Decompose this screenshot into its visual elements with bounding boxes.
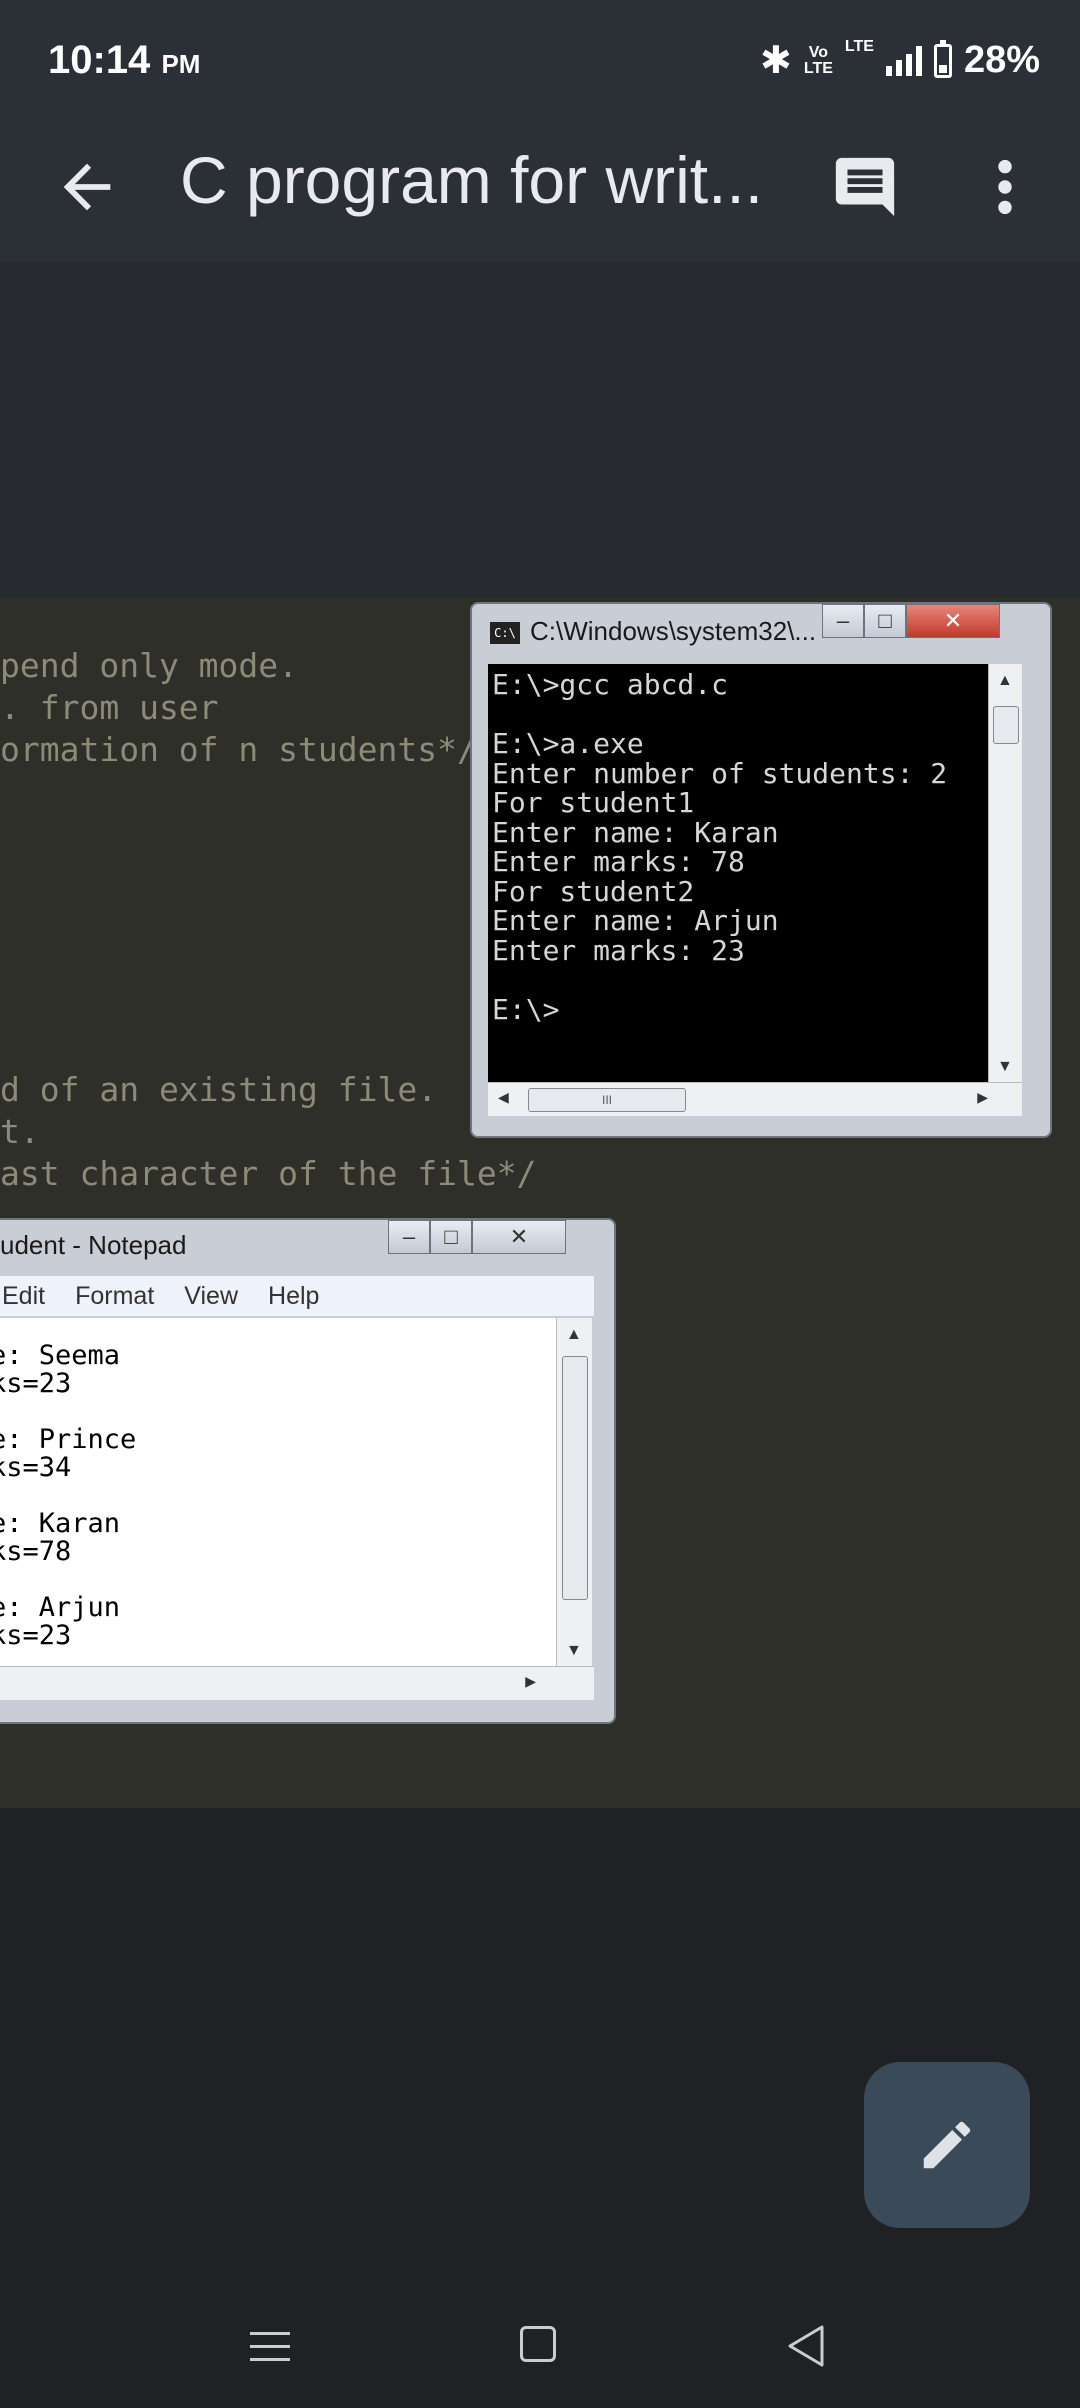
clock-time: 10:14 (48, 38, 151, 82)
maximize-icon[interactable]: □ (430, 1220, 472, 1254)
scroll-thumb[interactable] (562, 1356, 588, 1600)
cmd-window-controls: – □ ✕ (822, 604, 1000, 638)
horizontal-scrollbar[interactable]: ◀ III ▶ (488, 1082, 1022, 1116)
bluetooth-icon: ✱ (760, 40, 792, 82)
app-bar: C program for writ... (0, 122, 1080, 262)
battery-percent: 28% (963, 39, 1040, 81)
menu-edit[interactable]: Edit (2, 1282, 45, 1311)
menu-view[interactable]: View (184, 1282, 238, 1311)
code-line: t. (0, 1112, 40, 1151)
minimize-icon[interactable]: – (388, 1220, 430, 1254)
scroll-left-icon[interactable]: ◀ (498, 1089, 509, 1106)
back-triangle-icon[interactable] (786, 2324, 826, 2368)
menu-help[interactable]: Help (268, 1282, 319, 1311)
scroll-right-icon[interactable]: ▶ (977, 1089, 988, 1106)
notepad-text[interactable]: e: Seema ks=23 e: Prince ks=34 e: Karan … (0, 1318, 556, 1666)
scroll-right-icon[interactable]: ▶ (525, 1673, 536, 1690)
cmd-window: C:\ C:\Windows\system32\... – □ ✕ E:\>gc… (470, 602, 1052, 1138)
maximize-icon[interactable]: □ (864, 604, 906, 638)
menu-format[interactable]: Format (75, 1282, 154, 1311)
pencil-icon (923, 2121, 971, 2169)
code-line: . from user (0, 688, 219, 727)
back-arrow-icon[interactable] (52, 152, 122, 222)
cmd-icon: C:\ (490, 622, 520, 644)
content-background (0, 262, 1080, 598)
status-icons: ✱ Vo LTE LTE 28% (760, 38, 1040, 83)
cmd-output: E:\>gcc abcd.c E:\>a.exe Enter number of… (488, 664, 988, 1082)
vertical-scrollbar[interactable]: ▲ ▼ (556, 1318, 592, 1666)
home-icon[interactable] (520, 2326, 556, 2362)
notepad-window: udent - Notepad – □ ✕ Edit Format View H… (0, 1218, 616, 1724)
notepad-title: udent - Notepad (0, 1230, 187, 1260)
close-icon[interactable]: ✕ (906, 604, 1000, 638)
minimize-icon[interactable]: – (822, 604, 864, 638)
code-line: ormation of n students*/ (0, 730, 477, 769)
scroll-thumb[interactable]: III (528, 1088, 686, 1112)
page-title: C program for writ... (180, 143, 764, 217)
code-line: pend only mode. (0, 646, 299, 685)
navigation-bar (0, 2290, 1080, 2408)
comment-icon[interactable] (830, 152, 900, 222)
scroll-thumb[interactable] (993, 706, 1019, 744)
scroll-up-icon[interactable]: ▲ (566, 1326, 582, 1344)
recent-apps-icon[interactable] (250, 2330, 290, 2364)
lte-indicator: LTE (844, 38, 874, 55)
signal-icon (885, 45, 922, 76)
vertical-scrollbar[interactable]: ▲ ▼ (988, 664, 1022, 1082)
battery-icon (933, 39, 952, 78)
more-vert-icon[interactable] (990, 152, 1020, 222)
notepad-menubar: Edit Format View Help (0, 1276, 594, 1317)
cmd-window-title: C:\Windows\system32\... (530, 616, 817, 646)
code-line: ast character of the file*/ (0, 1154, 537, 1193)
clock: 10:14 PM (48, 38, 200, 83)
scroll-down-icon[interactable]: ▼ (997, 1058, 1013, 1076)
scroll-down-icon[interactable]: ▼ (566, 1642, 582, 1660)
notepad-window-controls: – □ ✕ (388, 1220, 566, 1254)
close-icon[interactable]: ✕ (472, 1220, 566, 1254)
code-line: d of an existing file. (0, 1070, 438, 1109)
horizontal-scrollbar[interactable]: ▶ (0, 1666, 594, 1700)
scroll-up-icon[interactable]: ▲ (997, 672, 1013, 690)
volte-indicator: Vo LTE (803, 43, 833, 77)
attached-screenshot[interactable]: pend only mode. . from user ormation of … (0, 598, 1080, 1808)
status-bar: 10:14 PM ✱ Vo LTE LTE 28% (0, 0, 1080, 122)
clock-ampm: PM (161, 49, 201, 79)
edit-fab-button[interactable] (864, 2062, 1030, 2228)
